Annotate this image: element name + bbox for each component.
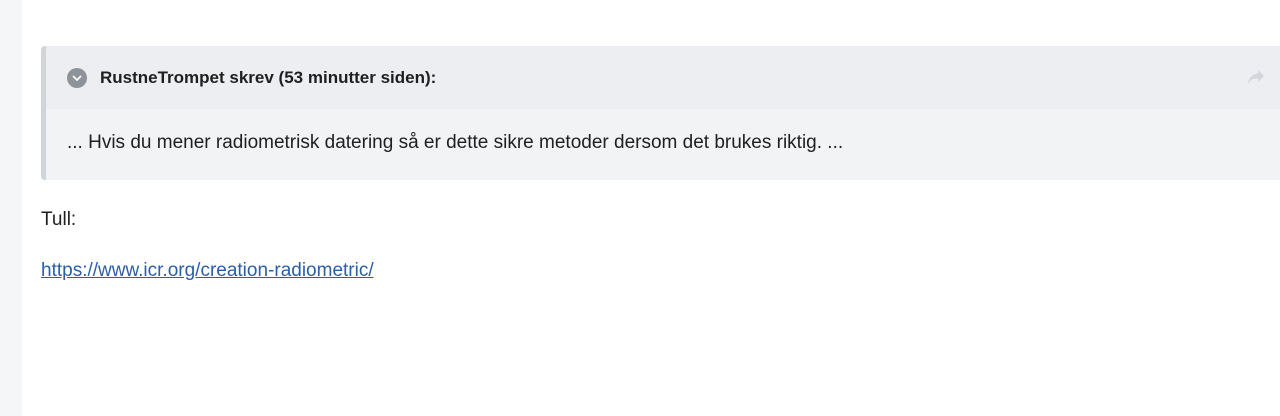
quote-header: RustneTrompet skrev (53 minutter siden): — [46, 46, 1280, 109]
chevron-down-icon[interactable] — [67, 67, 87, 88]
post-content: RustneTrompet skrev (53 minutter siden):… — [41, 46, 1280, 282]
share-icon[interactable] — [1246, 68, 1266, 86]
quote-block: RustneTrompet skrev (53 minutter siden):… — [41, 46, 1280, 180]
quote-citation[interactable]: RustneTrompet skrev (53 minutter siden): — [100, 68, 436, 88]
quote-body: ... Hvis du mener radiometrisk datering … — [67, 132, 844, 153]
left-gutter — [0, 0, 22, 416]
reply-text: Tull: — [41, 209, 77, 230]
reply-link[interactable]: https://www.icr.org/creation-radiometric… — [41, 260, 374, 282]
